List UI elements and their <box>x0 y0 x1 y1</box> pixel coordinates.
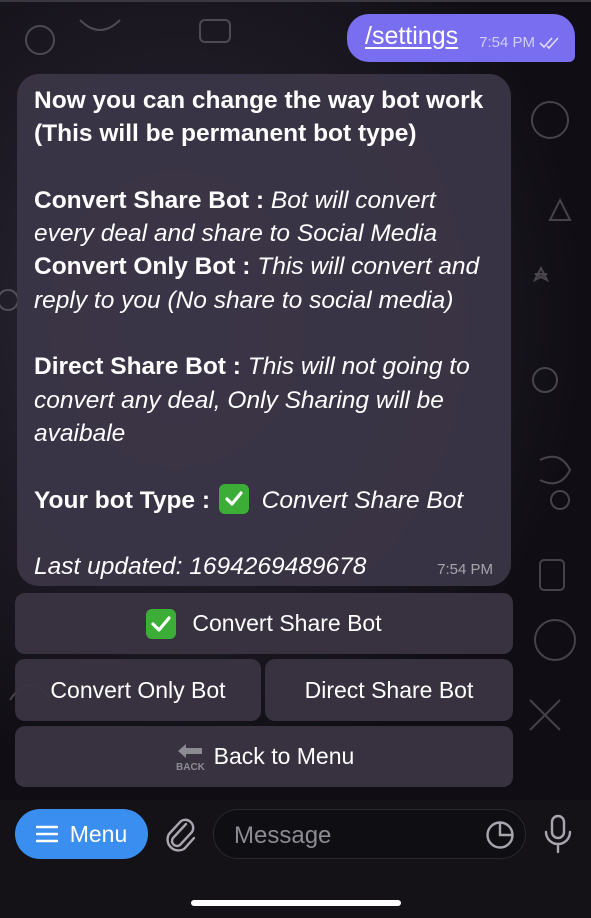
top-divider <box>0 0 591 2</box>
last-updated-text: Last updated: 1694269489678 <box>34 553 367 581</box>
check-mark-icon <box>218 483 249 514</box>
direct-share-desc-cont: convert any deal, Only Sharing will be <box>34 386 444 414</box>
outgoing-message-time: 7:54 PM <box>479 34 535 51</box>
direct-share-desc-end: avaibale <box>34 419 126 447</box>
convert-share-desc: Bot will convert <box>270 186 436 214</box>
bot-type-value: Convert Share Bot <box>261 486 464 514</box>
convert-share-bot-button[interactable]: Convert Share Bot <box>15 593 513 654</box>
convert-share-line: Convert Share Bot : Bot will convert <box>34 184 495 217</box>
message-heading-note: (This will be permanent bot type) <box>34 120 417 148</box>
back-to-menu-button[interactable]: BACK Back to Menu <box>15 726 513 787</box>
convert-only-desc: This will convert and <box>257 253 480 281</box>
convert-only-label: Convert Only Bot : <box>34 253 251 281</box>
microphone-icon[interactable] <box>543 814 573 854</box>
back-icon-text: BACK <box>176 762 206 772</box>
hamburger-icon <box>35 825 58 843</box>
check-mark-icon <box>146 608 177 639</box>
menu-button[interactable]: Menu <box>15 809 148 859</box>
convert-share-label: Convert Share Bot : <box>34 186 265 214</box>
back-to-menu-label: Back to Menu <box>213 743 355 769</box>
double-check-icon <box>539 36 559 49</box>
message-heading-line: Now you can change the way bot work <box>34 87 484 114</box>
message-input[interactable]: Message <box>213 809 526 859</box>
home-indicator[interactable] <box>191 900 401 906</box>
incoming-message-time: 7:54 PM <box>437 561 493 578</box>
bot-type-label: Your bot Type : <box>34 486 211 514</box>
paperclip-icon[interactable] <box>162 814 198 854</box>
bot-type-line: Your bot Type : Convert Share Bot <box>34 483 495 517</box>
message-placeholder: Message <box>234 822 332 849</box>
direct-share-label: Direct Share Bot : <box>34 353 241 381</box>
convert-only-desc-cont: reply to you (No share to social media) <box>34 286 454 314</box>
incoming-message-bubble: Now you can change the way bot work (Thi… <box>17 74 511 586</box>
outgoing-message-meta: 7:54 PM <box>479 34 561 51</box>
direct-share-line: Direct Share Bot : This will not going t… <box>34 350 495 383</box>
sticker-icon[interactable] <box>485 820 515 850</box>
direct-share-bot-label: Direct Share Bot <box>304 676 474 703</box>
direct-share-bot-button[interactable]: Direct Share Bot <box>265 659 513 721</box>
menu-button-label: Menu <box>69 820 128 847</box>
input-bar: Menu Message <box>0 800 591 918</box>
direct-share-desc: This will not going to <box>247 353 470 381</box>
convert-only-bot-label: Convert Only Bot <box>50 676 226 703</box>
settings-command-link[interactable]: /settings <box>365 22 458 51</box>
convert-share-desc-cont: every deal and share to Social Media <box>34 220 438 248</box>
convert-share-bot-label: Convert Share Bot <box>192 610 382 636</box>
convert-only-line: Convert Only Bot : This will convert and <box>34 250 495 283</box>
convert-only-bot-button[interactable]: Convert Only Bot <box>15 659 261 721</box>
outgoing-message-bubble: /settings 7:54 PM <box>347 14 575 62</box>
back-arrow-icon: BACK <box>176 743 206 772</box>
